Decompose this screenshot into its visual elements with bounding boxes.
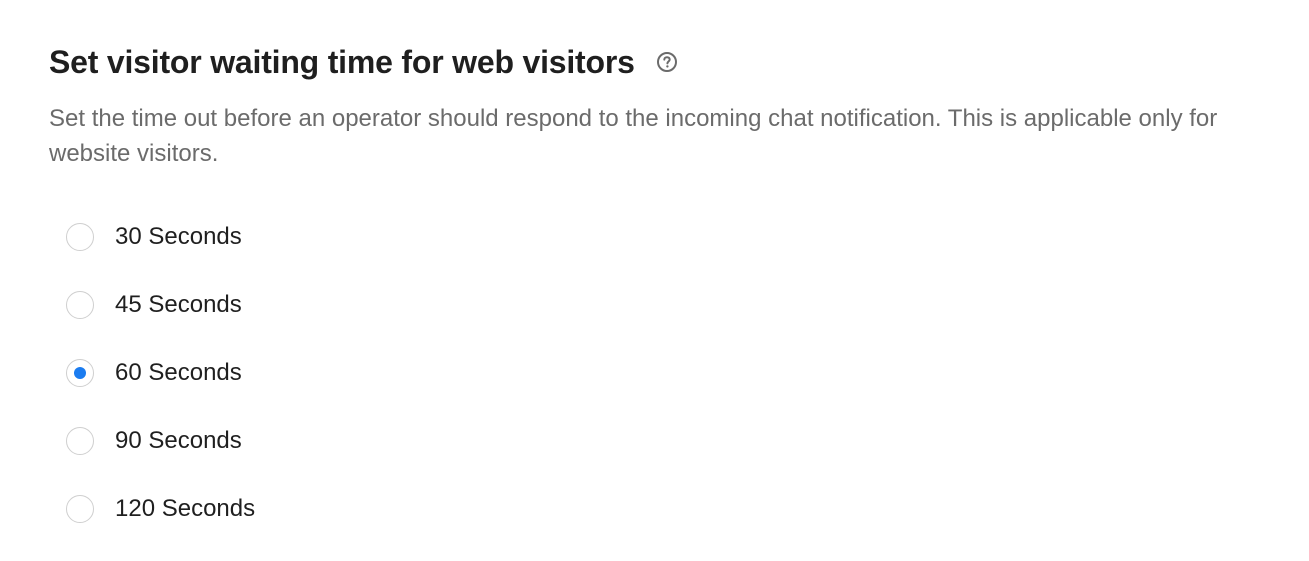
radio-button[interactable]	[66, 495, 94, 523]
radio-option-60-seconds[interactable]: 60 Seconds	[66, 355, 255, 391]
radio-button[interactable]	[66, 223, 94, 251]
radio-option-30-seconds[interactable]: 30 Seconds	[66, 219, 255, 255]
radio-option-label: 30 Seconds	[115, 223, 242, 250]
waiting-time-radio-group: 30 Seconds 45 Seconds 60 Seconds 90 Seco…	[66, 219, 255, 559]
help-icon[interactable]	[655, 50, 679, 74]
radio-option-90-seconds[interactable]: 90 Seconds	[66, 423, 255, 459]
radio-option-120-seconds[interactable]: 120 Seconds	[66, 491, 255, 527]
radio-button[interactable]	[66, 359, 94, 387]
radio-selected-dot	[74, 367, 86, 379]
title-row: Set visitor waiting time for web visitor…	[49, 41, 679, 83]
question-circle-icon	[656, 52, 677, 72]
section-title: Set visitor waiting time for web visitor…	[49, 44, 635, 80]
radio-option-45-seconds[interactable]: 45 Seconds	[66, 287, 255, 323]
visitor-waiting-time-panel: Set visitor waiting time for web visitor…	[0, 0, 1309, 561]
section-description: Set the time out before an operator shou…	[49, 105, 1218, 167]
radio-option-label: 120 Seconds	[115, 495, 256, 522]
radio-button[interactable]	[66, 427, 94, 455]
radio-option-label: 45 Seconds	[115, 291, 242, 318]
radio-option-label: 60 Seconds	[115, 359, 242, 386]
radio-button[interactable]	[66, 291, 94, 319]
radio-option-label: 90 Seconds	[115, 427, 242, 454]
